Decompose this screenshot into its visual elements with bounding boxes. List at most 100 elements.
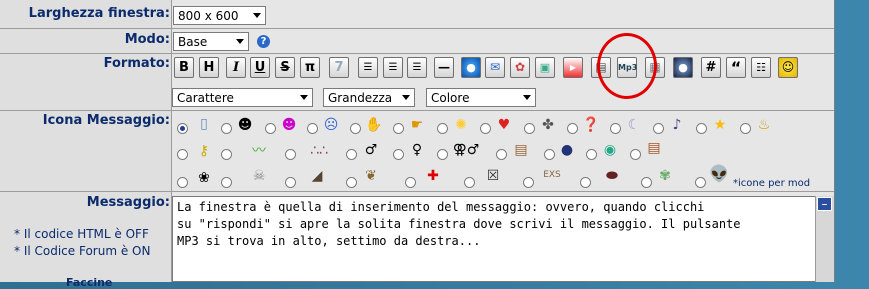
faces-label: Faccine xyxy=(66,276,113,289)
icon-radio[interactable] xyxy=(285,177,296,188)
message-textarea[interactable]: La finestra è quella di inserimento del … xyxy=(172,196,816,282)
sausage-icon: ⬬ xyxy=(606,168,618,184)
icon-radio[interactable] xyxy=(350,123,361,134)
help-icon[interactable]: ? xyxy=(257,35,270,48)
quote-button[interactable]: “ xyxy=(726,57,746,78)
flash-icon[interactable]: ✿ xyxy=(510,57,530,78)
heading-button[interactable]: H xyxy=(199,57,219,78)
caterpillar-icon: 〰 xyxy=(252,143,266,159)
window-size-value: 800 x 600 xyxy=(178,9,239,23)
heart-icon: ♥ xyxy=(497,117,511,133)
icon-radio[interactable] xyxy=(265,123,276,134)
icon-radio[interactable] xyxy=(586,149,597,160)
icon-radio[interactable] xyxy=(285,149,296,160)
badge-icon: ◉ xyxy=(603,142,617,158)
question-icon: ❓ xyxy=(582,117,600,133)
icon-radio[interactable] xyxy=(346,149,357,160)
horizontal-rule-icon[interactable]: — xyxy=(434,57,454,78)
book-stack-icon: ▤ xyxy=(647,140,661,156)
icon-radio[interactable] xyxy=(346,177,357,188)
align-center-icon[interactable]: ☰ xyxy=(383,57,403,78)
icon-radio[interactable] xyxy=(177,149,188,160)
image-icon[interactable]: ▣ xyxy=(535,57,555,78)
icon-radio[interactable] xyxy=(177,123,188,134)
feathers-icon: ❦ xyxy=(365,168,377,184)
icon-radio[interactable] xyxy=(221,177,232,188)
icon-radio[interactable] xyxy=(653,123,664,134)
icon-radio[interactable] xyxy=(523,177,534,188)
icon-radio[interactable] xyxy=(544,149,555,160)
code-button[interactable]: # xyxy=(701,57,721,78)
icon-radio[interactable] xyxy=(307,123,318,134)
cake-icon: ♨ xyxy=(757,117,771,133)
window-size-select[interactable]: 800 x 600 xyxy=(173,6,266,25)
align-left-icon[interactable]: ☰ xyxy=(358,57,378,78)
sunglasses-face-icon: ☻ xyxy=(237,117,253,133)
icon-radio[interactable] xyxy=(221,149,232,160)
star-icon: ★ xyxy=(713,117,727,133)
icon-radio[interactable] xyxy=(177,177,188,188)
mode-select[interactable]: Base xyxy=(173,32,249,51)
chevron-down-icon xyxy=(523,95,531,100)
icon-radio[interactable] xyxy=(405,177,416,188)
chevron-down-icon xyxy=(402,95,410,100)
icon-radio[interactable] xyxy=(437,123,448,134)
row-window-size: Larghezza finestra: 800 x 600 xyxy=(0,0,834,29)
sad-face-icon: ☹ xyxy=(323,117,339,133)
icon-radio[interactable] xyxy=(480,123,491,134)
chevron-down-icon xyxy=(236,39,244,44)
row-mode: Modo: Base ? xyxy=(0,29,834,54)
message-scrollbar[interactable]: – xyxy=(815,196,834,282)
icon-radio[interactable] xyxy=(464,177,475,188)
seven-button[interactable]: 7 xyxy=(329,57,349,78)
icon-radio[interactable] xyxy=(524,123,535,134)
icon-radio[interactable] xyxy=(221,123,232,134)
font-value: Carattere xyxy=(177,91,234,105)
female-symbol-icon: ♀ xyxy=(411,142,423,158)
icon-radio[interactable] xyxy=(393,149,404,160)
icons-note: *icone per mod xyxy=(733,178,811,189)
list-icon[interactable]: ☷ xyxy=(751,57,771,78)
pi-button[interactable]: π xyxy=(300,57,320,78)
cell-mode: Base ? xyxy=(171,29,834,53)
icon-radio[interactable] xyxy=(437,149,448,160)
italic-button[interactable]: I xyxy=(226,57,246,78)
forum-code-status: * Il Codice Forum è ON xyxy=(14,244,151,258)
dog-icon: ✤ xyxy=(542,117,554,133)
font-select[interactable]: Carattere xyxy=(172,88,313,107)
strike-button[interactable]: S xyxy=(275,57,295,78)
icon-radio[interactable] xyxy=(496,149,507,160)
moon-icon: ☾ xyxy=(627,117,641,133)
lightbulb-icon: ✺ xyxy=(455,117,467,133)
thumbs-down-icon: ✋ xyxy=(365,117,383,133)
label-message: Messaggio: xyxy=(86,195,170,210)
color-value: Colore xyxy=(431,91,470,105)
sphere-icon[interactable]: ● xyxy=(673,57,693,78)
icon-radio[interactable] xyxy=(580,177,591,188)
color-select[interactable]: Colore xyxy=(426,88,536,107)
icon-radio[interactable] xyxy=(567,123,578,134)
skeleton-icon: ☠ xyxy=(252,168,266,184)
globe-icon: ● xyxy=(560,142,574,158)
alien-icon: 👽 xyxy=(709,164,729,183)
collapse-icon[interactable]: – xyxy=(817,197,832,211)
icon-radio[interactable] xyxy=(610,123,621,134)
underline-button[interactable]: U xyxy=(250,57,270,78)
icon-radio[interactable] xyxy=(740,123,751,134)
surprised-face-icon: ☻ xyxy=(281,117,297,133)
align-right-icon[interactable]: ☰ xyxy=(407,57,427,78)
books-icon: ▤ xyxy=(514,142,528,158)
bold-button[interactable]: B xyxy=(174,57,194,78)
chevron-down-icon xyxy=(300,95,308,100)
icon-radio[interactable] xyxy=(393,123,404,134)
email-icon[interactable]: ✉ xyxy=(485,57,505,78)
icon-radio[interactable] xyxy=(641,177,652,188)
size-select[interactable]: Grandezza xyxy=(323,88,415,107)
globe-link-icon[interactable]: ● xyxy=(461,57,481,78)
icon-radio[interactable] xyxy=(695,177,706,188)
icon-radio[interactable] xyxy=(696,123,707,134)
smiley-icon[interactable]: ☺ xyxy=(778,57,798,78)
cell-window-size: 800 x 600 xyxy=(171,0,834,28)
icon-radio[interactable] xyxy=(630,149,641,160)
youtube-icon[interactable]: ▶ xyxy=(563,57,583,78)
